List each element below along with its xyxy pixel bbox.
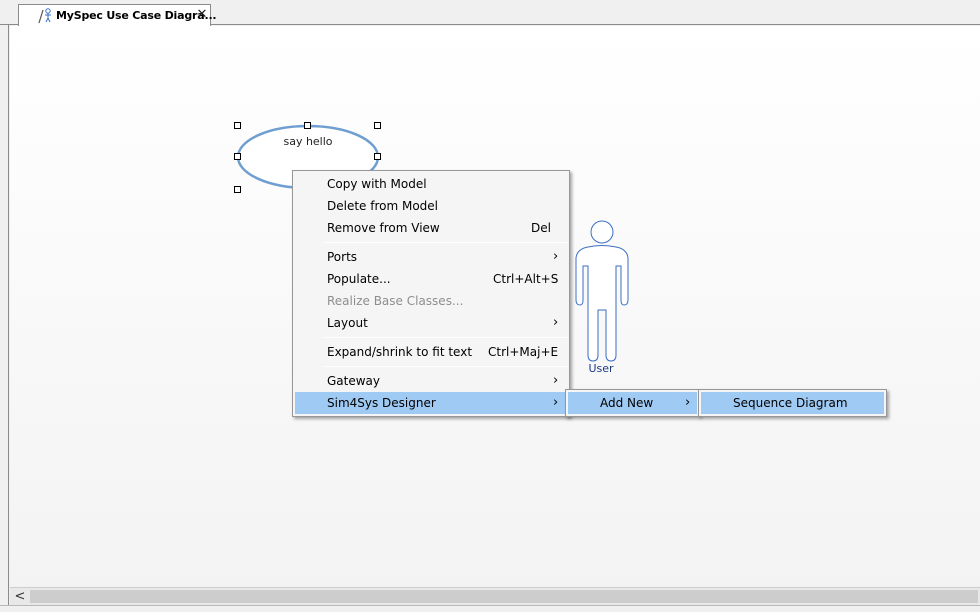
chevron-right-icon: › <box>553 373 559 388</box>
menu-item-label: Ports <box>327 250 358 264</box>
menu-item-label: Delete from Model <box>327 199 439 213</box>
menu-item-sequence-diagram[interactable]: Sequence Diagram <box>701 392 884 414</box>
horizontal-scrollbar[interactable]: < <box>10 587 980 605</box>
submenu-add-new: Sequence Diagram <box>698 389 887 417</box>
actor-user[interactable]: User <box>574 220 630 376</box>
menu-item-label: Remove from View <box>327 221 440 235</box>
menu-item-shortcut: Ctrl+Maj+E <box>488 345 559 359</box>
menu-item-label: Layout <box>327 316 368 330</box>
menu-item-remove-from-view[interactable]: Remove from View Del <box>295 217 567 239</box>
menu-item-layout[interactable]: Layout › <box>295 312 567 334</box>
menu-item-label: Sim4Sys Designer <box>327 396 436 410</box>
menu-item-label: Populate... <box>327 272 391 286</box>
menu-separator <box>323 337 567 338</box>
selection-handle-n[interactable] <box>304 122 311 129</box>
use-case-label: say hello <box>283 135 333 148</box>
menu-item-expand-shrink[interactable]: Expand/shrink to fit text Ctrl+Maj+E <box>295 341 567 363</box>
menu-item-shortcut: Del <box>531 221 551 235</box>
actor-label: User <box>588 362 614 375</box>
submenu-sim4sys-designer: Add New › <box>565 389 700 417</box>
menu-item-ports[interactable]: Ports › <box>295 246 567 268</box>
left-frame <box>0 25 9 612</box>
menu-item-label: Gateway <box>327 374 381 388</box>
menu-item-label: Realize Base Classes... <box>327 294 464 308</box>
chevron-right-icon: › <box>685 395 691 410</box>
menu-item-label: Copy with Model <box>327 177 427 191</box>
selection-handle-e[interactable] <box>374 153 381 160</box>
bottom-frame <box>0 605 980 612</box>
menu-item-populate[interactable]: Populate... Ctrl+Alt+S <box>295 268 567 290</box>
menu-item-copy-with-model[interactable]: Copy with Model <box>295 173 567 195</box>
menu-item-shortcut: Ctrl+Alt+S <box>493 272 559 286</box>
chevron-right-icon: › <box>553 249 559 264</box>
menu-separator <box>323 366 567 367</box>
diagram-tab[interactable]: MySpec Use Case Diagra... ✕ <box>18 4 217 26</box>
editor-tab-bar: MySpec Use Case Diagra... ✕ <box>0 0 980 26</box>
menu-item-add-new[interactable]: Add New › <box>568 392 697 414</box>
menu-item-realize-base-classes[interactable]: Realize Base Classes... <box>295 290 567 312</box>
menu-item-label: Expand/shrink to fit text <box>327 345 473 359</box>
use-case-diagram-icon <box>38 8 51 24</box>
context-menu: Copy with Model Delete from Model Remove… <box>292 170 570 417</box>
tab-title: MySpec Use Case Diagra... <box>56 9 217 22</box>
selection-handle-w[interactable] <box>234 153 241 160</box>
menu-separator <box>323 242 567 243</box>
scrollbar-thumb[interactable] <box>30 590 978 603</box>
chevron-right-icon: › <box>553 315 559 330</box>
menu-item-sim4sys-designer[interactable]: Sim4Sys Designer › <box>295 392 567 414</box>
menu-item-label: Add New <box>600 396 654 410</box>
menu-item-gateway[interactable]: Gateway › <box>295 370 567 392</box>
actor-figure <box>575 220 629 362</box>
menu-item-label: Sequence Diagram <box>733 396 848 410</box>
chevron-right-icon: › <box>553 395 559 410</box>
menu-item-delete-from-model[interactable]: Delete from Model <box>295 195 567 217</box>
selection-handle-nw[interactable] <box>234 122 241 129</box>
selection-handle-ne[interactable] <box>374 122 381 129</box>
scroll-left-icon[interactable]: < <box>13 589 27 604</box>
selection-handle-sw[interactable] <box>234 186 241 193</box>
close-icon[interactable]: ✕ <box>195 8 209 22</box>
